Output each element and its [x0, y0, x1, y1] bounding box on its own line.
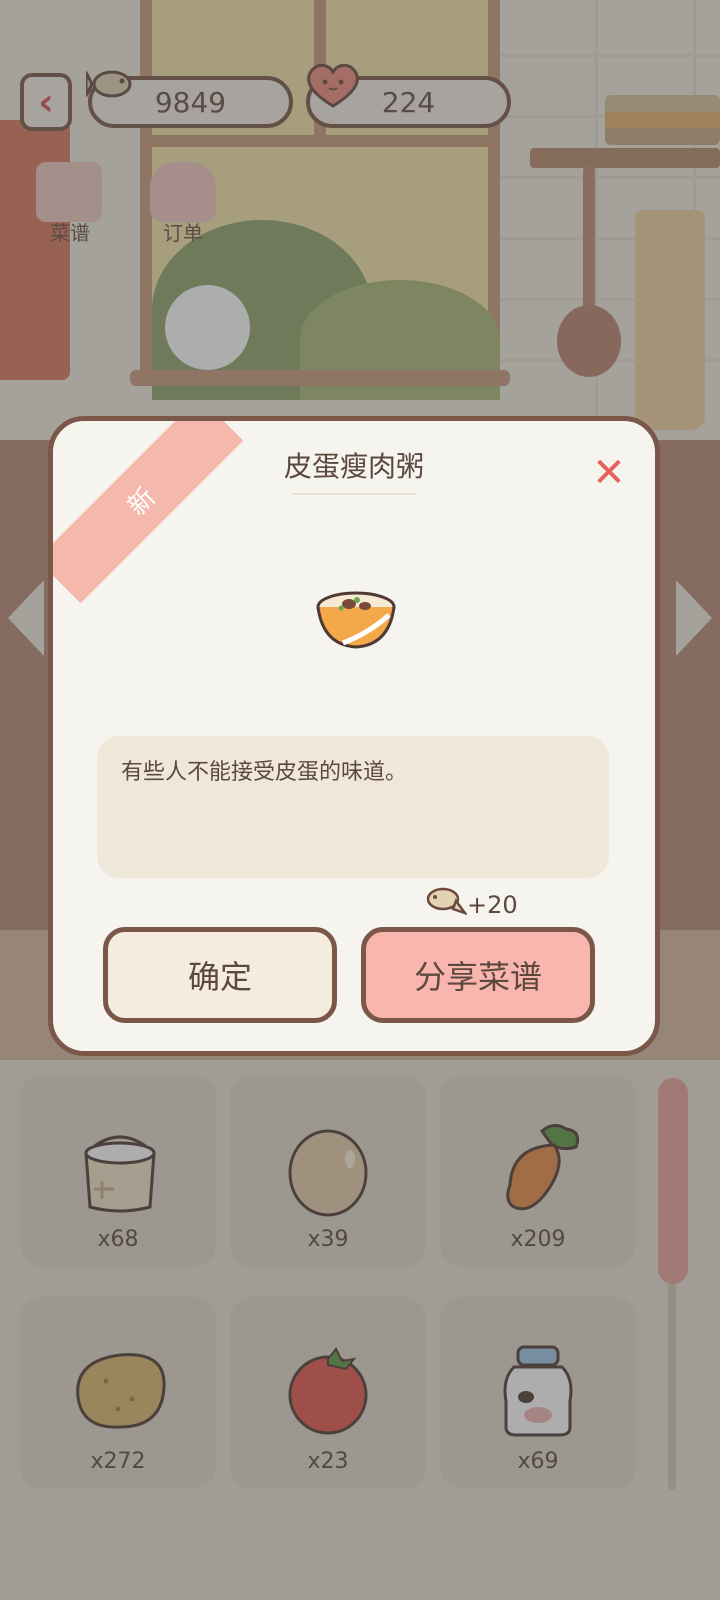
confirm-button[interactable]: 确定 [103, 927, 337, 1023]
dish-name: 皮蛋瘦肉粥 [283, 450, 424, 483]
share-reward-amount: +20 [467, 891, 518, 919]
fish-coin-icon [426, 887, 467, 915]
description-box: 有些人不能接受皮蛋的味道。 [97, 736, 609, 878]
recipe-dialog: 新 皮蛋瘦肉粥 ✕ 有些人不能接受皮蛋的味道。 +20 确定 分享菜谱 [48, 416, 660, 1056]
share-recipe-button[interactable]: 分享菜谱 [361, 927, 595, 1023]
title-divider [291, 493, 417, 495]
congee-bowl-icon [316, 591, 396, 649]
close-button[interactable]: ✕ [583, 447, 635, 499]
dish-description: 有些人不能接受皮蛋的味道。 [121, 760, 408, 785]
